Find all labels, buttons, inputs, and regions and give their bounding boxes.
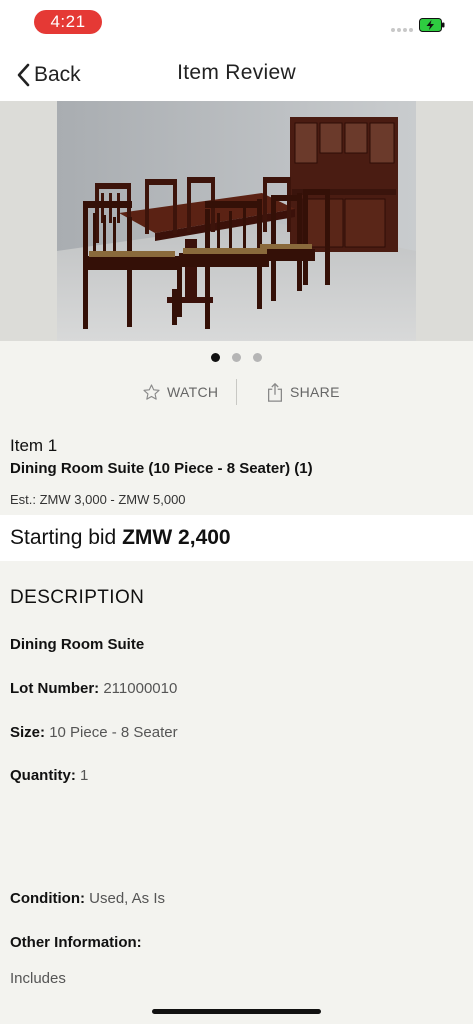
starting-bid-band: Starting bid ZMW 2,400 xyxy=(0,515,473,561)
item-estimate: Est.: ZMW 3,000 - ZMW 5,000 xyxy=(10,492,186,507)
condition-row: Condition: Used, As Is xyxy=(10,890,165,907)
battery-icon xyxy=(419,18,445,32)
page-dot-2[interactable] xyxy=(232,353,241,362)
other-information-row: Other Information: xyxy=(10,934,142,951)
item-title: Dining Room Suite (10 Piece - 8 Seater) … xyxy=(10,460,313,477)
page-dot-3[interactable] xyxy=(253,353,262,362)
gallery-pagination[interactable] xyxy=(0,353,473,362)
page-title: Item Review xyxy=(177,61,296,84)
item-actions: WATCH SHARE xyxy=(0,379,473,405)
star-icon xyxy=(143,383,160,400)
includes-text: Includes xyxy=(10,970,66,987)
lot-number-value: 211000010 xyxy=(103,680,178,697)
lot-number-label: Lot Number: xyxy=(10,680,100,697)
page-dot-1[interactable] xyxy=(211,353,220,362)
quantity-value: 1 xyxy=(80,767,89,784)
navigation-bar: Back Item Review xyxy=(0,48,473,101)
size-value: 10 Piece - 8 Seater xyxy=(49,724,178,741)
condition-label: Condition: xyxy=(10,890,85,907)
condition-value: Used, As Is xyxy=(89,890,166,907)
quantity-label: Quantity: xyxy=(10,767,76,784)
status-bar: 4:21 xyxy=(0,0,473,48)
status-time: 4:21 xyxy=(34,10,102,34)
signal-icon xyxy=(391,28,413,32)
watch-button[interactable]: WATCH xyxy=(142,379,218,405)
starting-bid: Starting bid ZMW 2,400 xyxy=(10,526,231,550)
home-indicator[interactable] xyxy=(152,1009,321,1014)
item-number: Item 1 xyxy=(10,436,58,455)
includes-row: Includes xyxy=(10,970,66,987)
lot-number-row: Lot Number: 211000010 xyxy=(10,680,177,697)
size-row: Size: 10 Piece - 8 Seater xyxy=(10,724,178,741)
description-name: Dining Room Suite xyxy=(10,636,144,653)
other-information-label: Other Information: xyxy=(10,934,142,951)
share-label: SHARE xyxy=(290,384,340,400)
actions-divider xyxy=(236,379,237,405)
quantity-row: Quantity: 1 xyxy=(10,767,88,784)
description-name-text: Dining Room Suite xyxy=(10,636,145,653)
description-heading: DESCRIPTION xyxy=(10,587,145,608)
starting-bid-label: Starting bid xyxy=(10,526,117,549)
image-gallery[interactable] xyxy=(0,101,473,341)
starting-bid-amount: ZMW 2,400 xyxy=(122,526,231,549)
size-label: Size: xyxy=(10,724,46,741)
share-icon xyxy=(268,382,282,402)
item-photo xyxy=(57,101,416,341)
share-button[interactable]: SHARE xyxy=(266,379,340,405)
watch-label: WATCH xyxy=(167,384,219,400)
